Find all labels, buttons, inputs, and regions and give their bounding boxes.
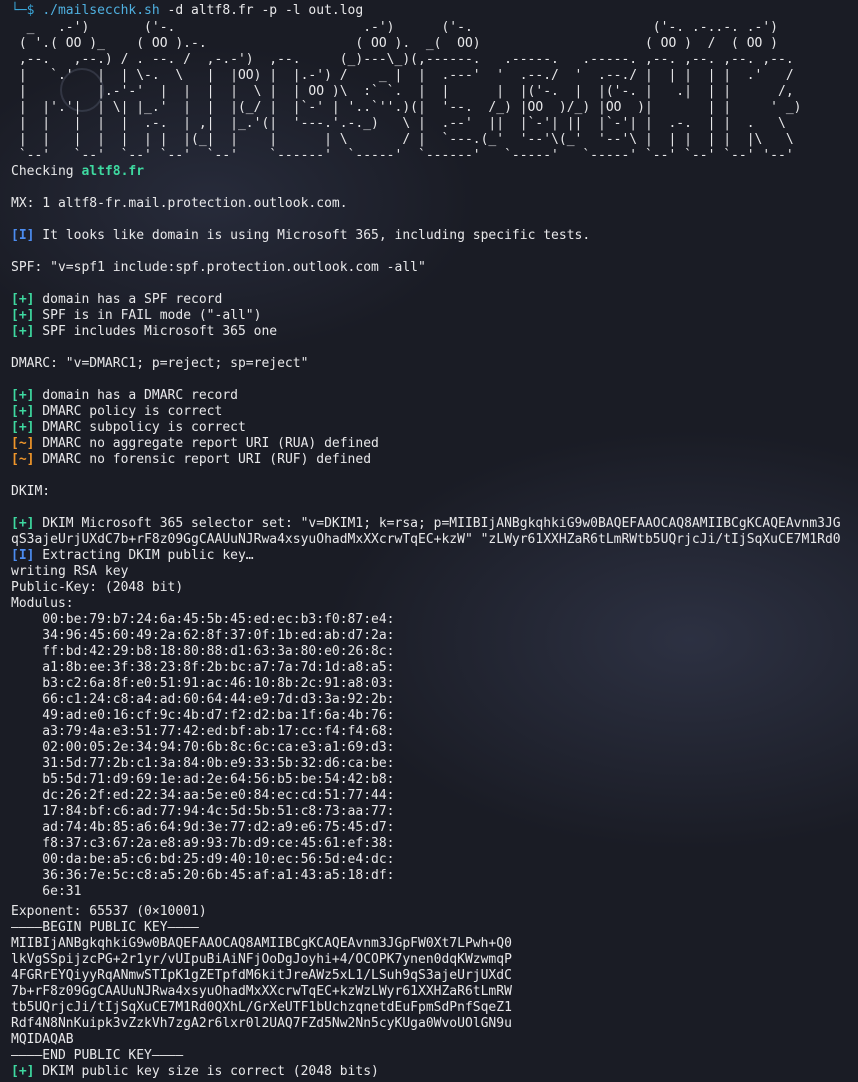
prompt-line: └─$ ./mailsecchk.sh -d altf8.fr -p -l ou…	[11, 3, 363, 19]
terminal-window[interactable]: └─$ ./mailsecchk.sh -d altf8.fr -p -l ou…	[0, 0, 858, 1082]
public-key-line: 4FGRrEYQiyyRqANmwSTIpK1gZETpfdM6kitJreAW…	[11, 968, 512, 983]
modulus-line: b5:5d:71:d9:69:1e:ad:2e:64:56:b5:be:54:4…	[11, 772, 395, 787]
dmarc-warning: [~] DMARC no aggregate report URI (RUA) …	[11, 436, 379, 451]
banner-line: ( '.( OO )_ ( OO ).-. ( OO ). _( OO) ( O…	[11, 36, 779, 51]
prompt-dollar: $	[26, 3, 35, 18]
banner-line: | | | | | .-. | ,| |_.'(| '---.'.-._) \ …	[11, 116, 786, 131]
dmarc-record: DMARC: "v=DMARC1; p=reject; sp=reject"	[11, 356, 309, 371]
modulus-line: 00:da:be:a5:c6:bd:25:d9:40:10:ec:56:5d:e…	[11, 852, 395, 867]
modulus-line: 49:ad:e0:16:cf:9c:4b:d7:f2:d2:ba:1f:6a:4…	[11, 708, 395, 723]
banner-line: | |.-'-' | | | | \ | | OO )\ :` `. | | |…	[11, 84, 794, 99]
mx-record: MX: 1 altf8-fr.mail.protection.outlook.c…	[11, 196, 348, 211]
public-key-line: lkVgSSpijzcPG+2r1yr/vUIpuBiAiNFjOoDgJoyh…	[11, 952, 512, 967]
spf-record: SPF: "v=spf1 include:spf.protection.outl…	[11, 260, 426, 275]
dkim-size-result: [+] DKIM public key size is correct (204…	[11, 1064, 379, 1079]
modulus-line: 66:c1:24:c8:a4:ad:60:64:44:e9:7d:d3:3a:9…	[11, 692, 395, 707]
command-args: -d altf8.fr -p -l out.log	[159, 3, 364, 18]
modulus-line: ff:bd:42:29:b8:18:80:88:d1:63:3a:80:e0:2…	[11, 644, 395, 659]
modulus-label: Modulus:	[11, 596, 74, 611]
modulus-line: ad:74:4b:85:a6:64:9d:3e:77:d2:a9:e6:75:4…	[11, 820, 395, 835]
modulus-line: 31:5d:77:2b:c1:3a:84:0b:e9:33:5b:32:d6:c…	[11, 756, 395, 771]
public-key-line: tb5UQrjcJi/tIjSqXuCE7M1Rd0QXhL/GrXeUTF1b…	[11, 1000, 512, 1015]
exponent: Exponent: 65537 (0×10001)	[11, 904, 207, 919]
public-key-size: Public-Key: (2048 bit)	[11, 580, 184, 595]
public-key-line: MQIDAQAB	[11, 1032, 74, 1047]
command-path: ./mailsecchk.sh	[42, 3, 160, 18]
spf-result: [+] SPF includes Microsoft 365 one	[11, 324, 278, 339]
prompt-branch: └─	[11, 3, 27, 18]
dkim-selector-continued: qS3ajeUrjUXdC7b+rF8z09GgCAAUuNJRwa4xsyuO…	[11, 532, 841, 547]
spf-result: [+] domain has a SPF record	[11, 292, 223, 307]
banner-line: | `.' | | \-. \ | |OO) | |.-') / _ | | .…	[11, 68, 794, 83]
dkim-header: DKIM:	[11, 484, 51, 499]
banner-line: ,--. ,--.) / . --. / ,-.-') ,--. (_)---\…	[11, 52, 794, 67]
dmarc-warning: [~] DMARC no forensic report URI (RUF) d…	[11, 452, 372, 467]
dkim-extracting: [I] Extracting DKIM public key…	[11, 548, 254, 563]
spf-result: [+] SPF is in FAIL mode ("-all")	[11, 308, 262, 323]
modulus-line: 34:96:45:60:49:2a:62:8f:37:0f:1b:ed:ab:d…	[11, 628, 395, 643]
public-key-line: MIIBIjANBgkqhkiG9w0BAQEFAAOCAQ8AMIIBCgKC…	[11, 936, 512, 951]
modulus-line: f8:37:c3:67:2a:e8:a9:93:7b:d9:ce:45:61:e…	[11, 836, 395, 851]
begin-public-key: ————BEGIN PUBLIC KEY————	[11, 920, 199, 935]
dmarc-result: [+] DMARC subpolicy is correct	[11, 420, 246, 435]
dmarc-result: [+] DMARC policy is correct	[11, 404, 223, 419]
modulus-line: b3:c2:6a:8f:e0:51:91:ac:46:10:8b:2c:91:a…	[11, 676, 395, 691]
public-key-line: Rdf4N8NnKuipk3vZzkVh7zgA2r6lxr0l2UAQ7FZd…	[11, 1016, 512, 1031]
dmarc-result: [+] domain has a DMARC record	[11, 388, 238, 403]
checking-line: Checking altf8.fr	[11, 164, 145, 179]
banner-line: `--' `--' `--' `--' `--' `------' `-----…	[11, 148, 794, 163]
modulus-line: 6e:31	[11, 884, 82, 899]
modulus-line: 17:84:bf:c6:ad:77:94:4c:5d:5b:51:c8:73:a…	[11, 804, 395, 819]
dkim-selector: [+] DKIM Microsoft 365 selector set: "v=…	[11, 516, 841, 531]
modulus-line: dc:26:2f:ed:22:34:aa:5e:e0:84:ec:cd:51:7…	[11, 788, 395, 803]
ms365-notice: [I] It looks like domain is using Micros…	[11, 228, 591, 243]
writing-rsa-key: writing RSA key	[11, 564, 129, 579]
banner-line: _ .-') ('-. .-') ('-. ('-. .-..-. .-')	[11, 20, 779, 35]
public-key-line: 7b+rF8z09GgCAAUuNJRwa4xsyuOhadMxXXcrwTqE…	[11, 984, 512, 999]
banner-line: | |'.'| | \| |_.' | | |(_/ | |`-' | '..`…	[11, 100, 802, 115]
modulus-line: 00:be:79:b7:24:6a:45:5b:45:ed:ec:b3:f0:8…	[11, 612, 395, 627]
modulus-line: a3:79:4a:e3:51:77:42:ed:bf:ab:17:cc:f4:f…	[11, 724, 395, 739]
banner-line: | | | | | | | |(_| | | | \ / | `---.(_' …	[11, 132, 794, 147]
checked-domain: altf8.fr	[81, 164, 145, 179]
modulus-line: 36:36:7e:5c:c8:a5:20:6b:45:af:a1:43:a5:1…	[11, 868, 395, 883]
end-public-key: ————END PUBLIC KEY————	[11, 1048, 184, 1063]
modulus-line: a1:8b:ee:3f:38:23:8f:2b:bc:a7:7a:7d:1d:a…	[11, 660, 395, 675]
modulus-line: 02:00:05:2e:34:94:70:6b:8c:6c:ca:e3:a1:6…	[11, 740, 395, 755]
